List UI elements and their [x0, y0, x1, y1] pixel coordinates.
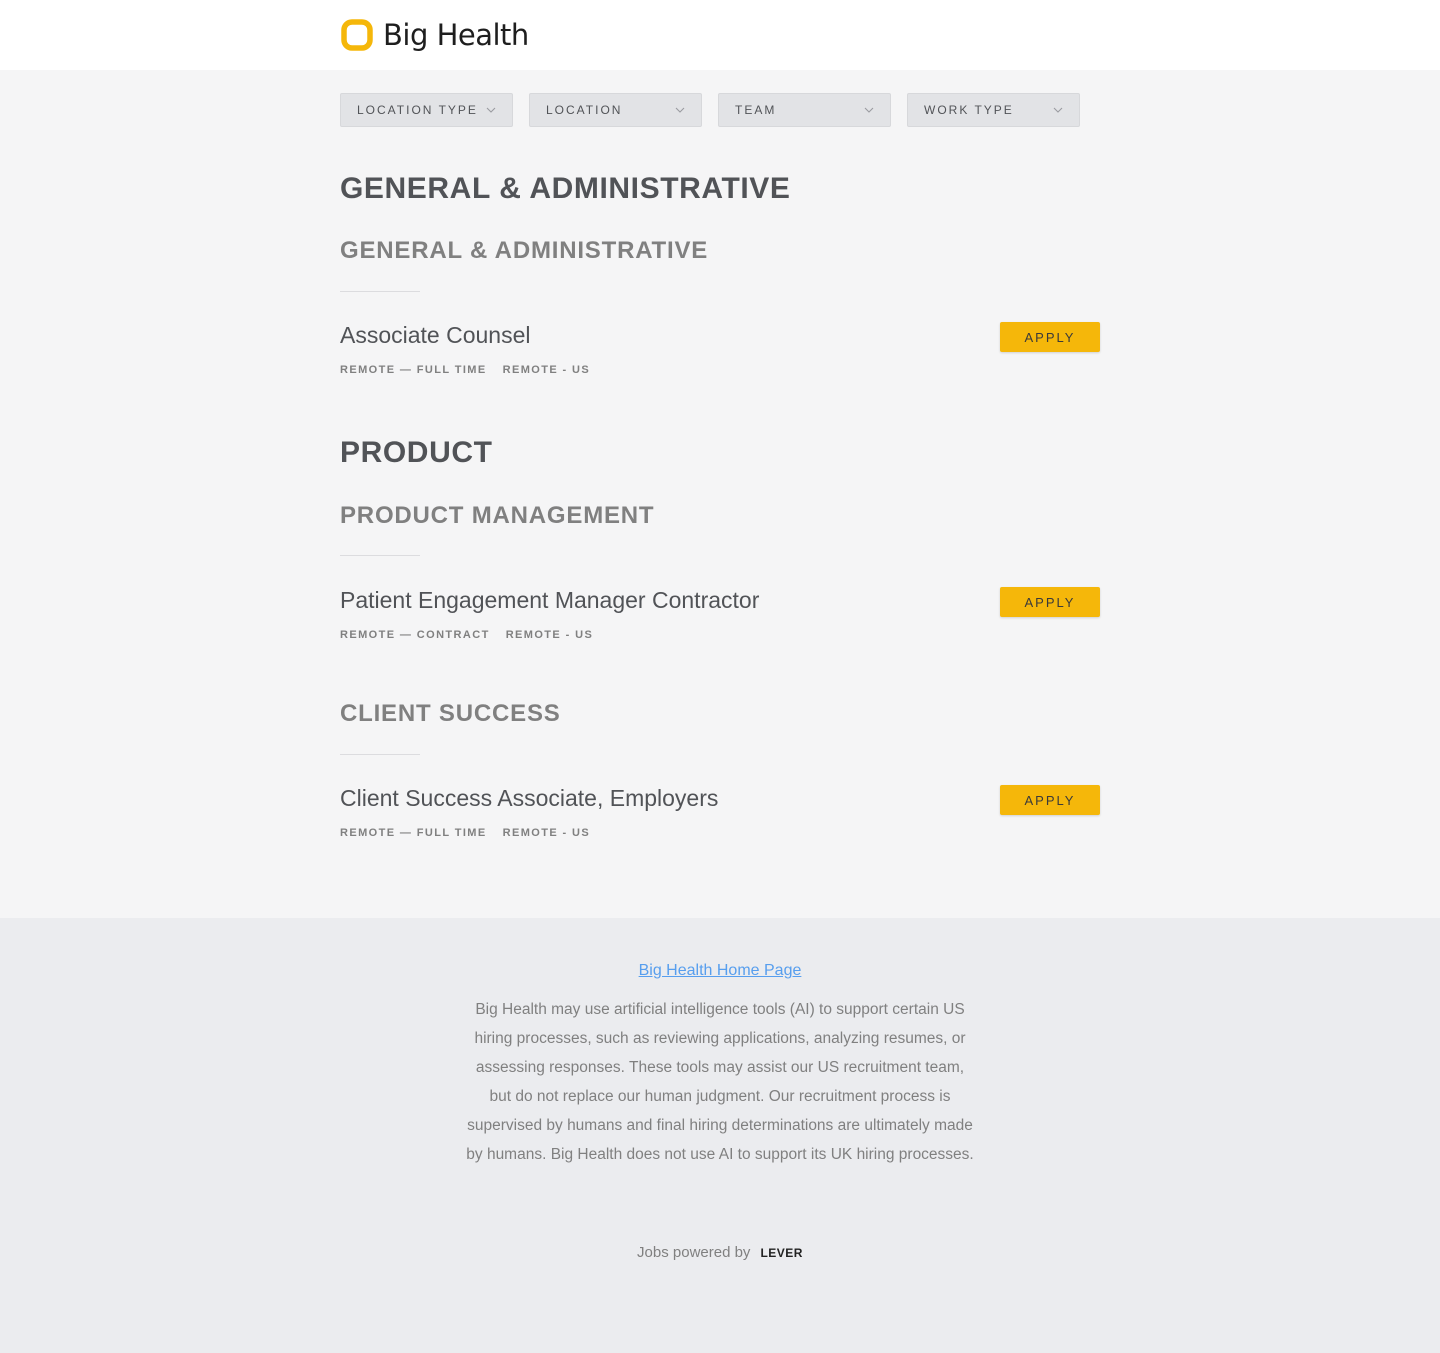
team-divider [340, 754, 1100, 755]
filter-label: WORK TYPE [924, 103, 1014, 117]
team-divider [340, 291, 1100, 292]
divider [340, 291, 420, 292]
group-heading: PRODUCT [340, 436, 493, 469]
posting-client-success-associate[interactable]: Client Success Associate, Employers REMO… [340, 785, 1100, 855]
posting-location: REMOTE - US [502, 364, 591, 376]
powered-by: Jobs powered by LEVER [0, 1244, 1440, 1261]
home-link-wrapper: Big Health Home Page [0, 962, 1440, 980]
divider [340, 555, 420, 556]
ai-disclaimer: Big Health may use artificial intelligen… [466, 1001, 974, 1163]
filter-location[interactable]: LOCATION [529, 93, 702, 127]
filter-bar: LOCATION TYPE LOCATION TEAM WORK TYPE [340, 93, 1080, 127]
posting-title[interactable]: Associate Counsel [340, 322, 531, 349]
chevron-down-icon [864, 107, 874, 113]
team-title-general-administrative: GENERAL & ADMINISTRATIVE [340, 237, 1100, 265]
filter-team[interactable]: TEAM [718, 93, 891, 127]
posting-location: REMOTE - US [505, 629, 594, 641]
apply-button[interactable]: APPLY [1000, 587, 1100, 617]
filter-label: TEAM [735, 103, 777, 117]
posting-categories: REMOTE — FULL TIME REMOTE - US [340, 364, 590, 376]
posting-commitment: REMOTE — FULL TIME [340, 827, 487, 839]
filter-location-type[interactable]: LOCATION TYPE [340, 93, 513, 127]
posting-title[interactable]: Client Success Associate, Employers [340, 785, 718, 812]
posting-associate-counsel[interactable]: Associate Counsel REMOTE — FULL TIME REM… [340, 322, 1100, 392]
posting-commitment: REMOTE — CONTRACT [340, 629, 490, 641]
team-divider [340, 555, 1100, 556]
top-bar: Big Health [0, 0, 1440, 70]
chevron-down-icon [486, 107, 496, 113]
team-heading: GENERAL & ADMINISTRATIVE [340, 237, 709, 264]
page-footer: Big Health Home Page Big Health may use … [0, 918, 1440, 1353]
posting-title[interactable]: Patient Engagement Manager Contractor [340, 587, 759, 614]
apply-button-label: APPLY [1024, 792, 1076, 808]
posting-commitment: REMOTE — FULL TIME [340, 364, 487, 376]
divider [340, 754, 420, 755]
big-health-logo-icon [341, 19, 373, 51]
powered-by-text: Jobs powered by [637, 1244, 751, 1261]
group-heading: GENERAL & ADMINISTRATIVE [340, 172, 791, 205]
apply-button[interactable]: APPLY [1000, 785, 1100, 815]
lever-logo[interactable]: LEVER [760, 1246, 803, 1260]
team-heading: CLIENT SUCCESS [340, 700, 561, 727]
chevron-down-icon [1053, 107, 1063, 113]
chevron-down-icon [675, 107, 685, 113]
group-title-general-administrative: GENERAL & ADMINISTRATIVE [340, 172, 1100, 206]
apply-button-label: APPLY [1024, 329, 1076, 345]
brand-logo[interactable]: Big Health [340, 18, 529, 52]
filter-label: LOCATION [546, 103, 623, 117]
brand-name: Big Health [383, 18, 529, 52]
filter-label: LOCATION TYPE [357, 103, 478, 117]
team-heading: PRODUCT MANAGEMENT [340, 502, 655, 529]
apply-button[interactable]: APPLY [1000, 322, 1100, 352]
posting-categories: REMOTE — FULL TIME REMOTE - US [340, 827, 590, 839]
apply-button-label: APPLY [1024, 594, 1076, 610]
home-page-link[interactable]: Big Health Home Page [639, 962, 802, 979]
filter-work-type[interactable]: WORK TYPE [907, 93, 1080, 127]
team-title-client-success: CLIENT SUCCESS [340, 700, 1100, 728]
posting-patient-engagement-manager[interactable]: Patient Engagement Manager Contractor RE… [340, 587, 1100, 657]
team-title-product-management: PRODUCT MANAGEMENT [340, 502, 1100, 530]
posting-categories: REMOTE — CONTRACT REMOTE - US [340, 629, 593, 641]
posting-location: REMOTE - US [502, 827, 591, 839]
group-title-product: PRODUCT [340, 436, 1100, 470]
postings-main: LOCATION TYPE LOCATION TEAM WORK TYPE GE… [0, 70, 1440, 918]
